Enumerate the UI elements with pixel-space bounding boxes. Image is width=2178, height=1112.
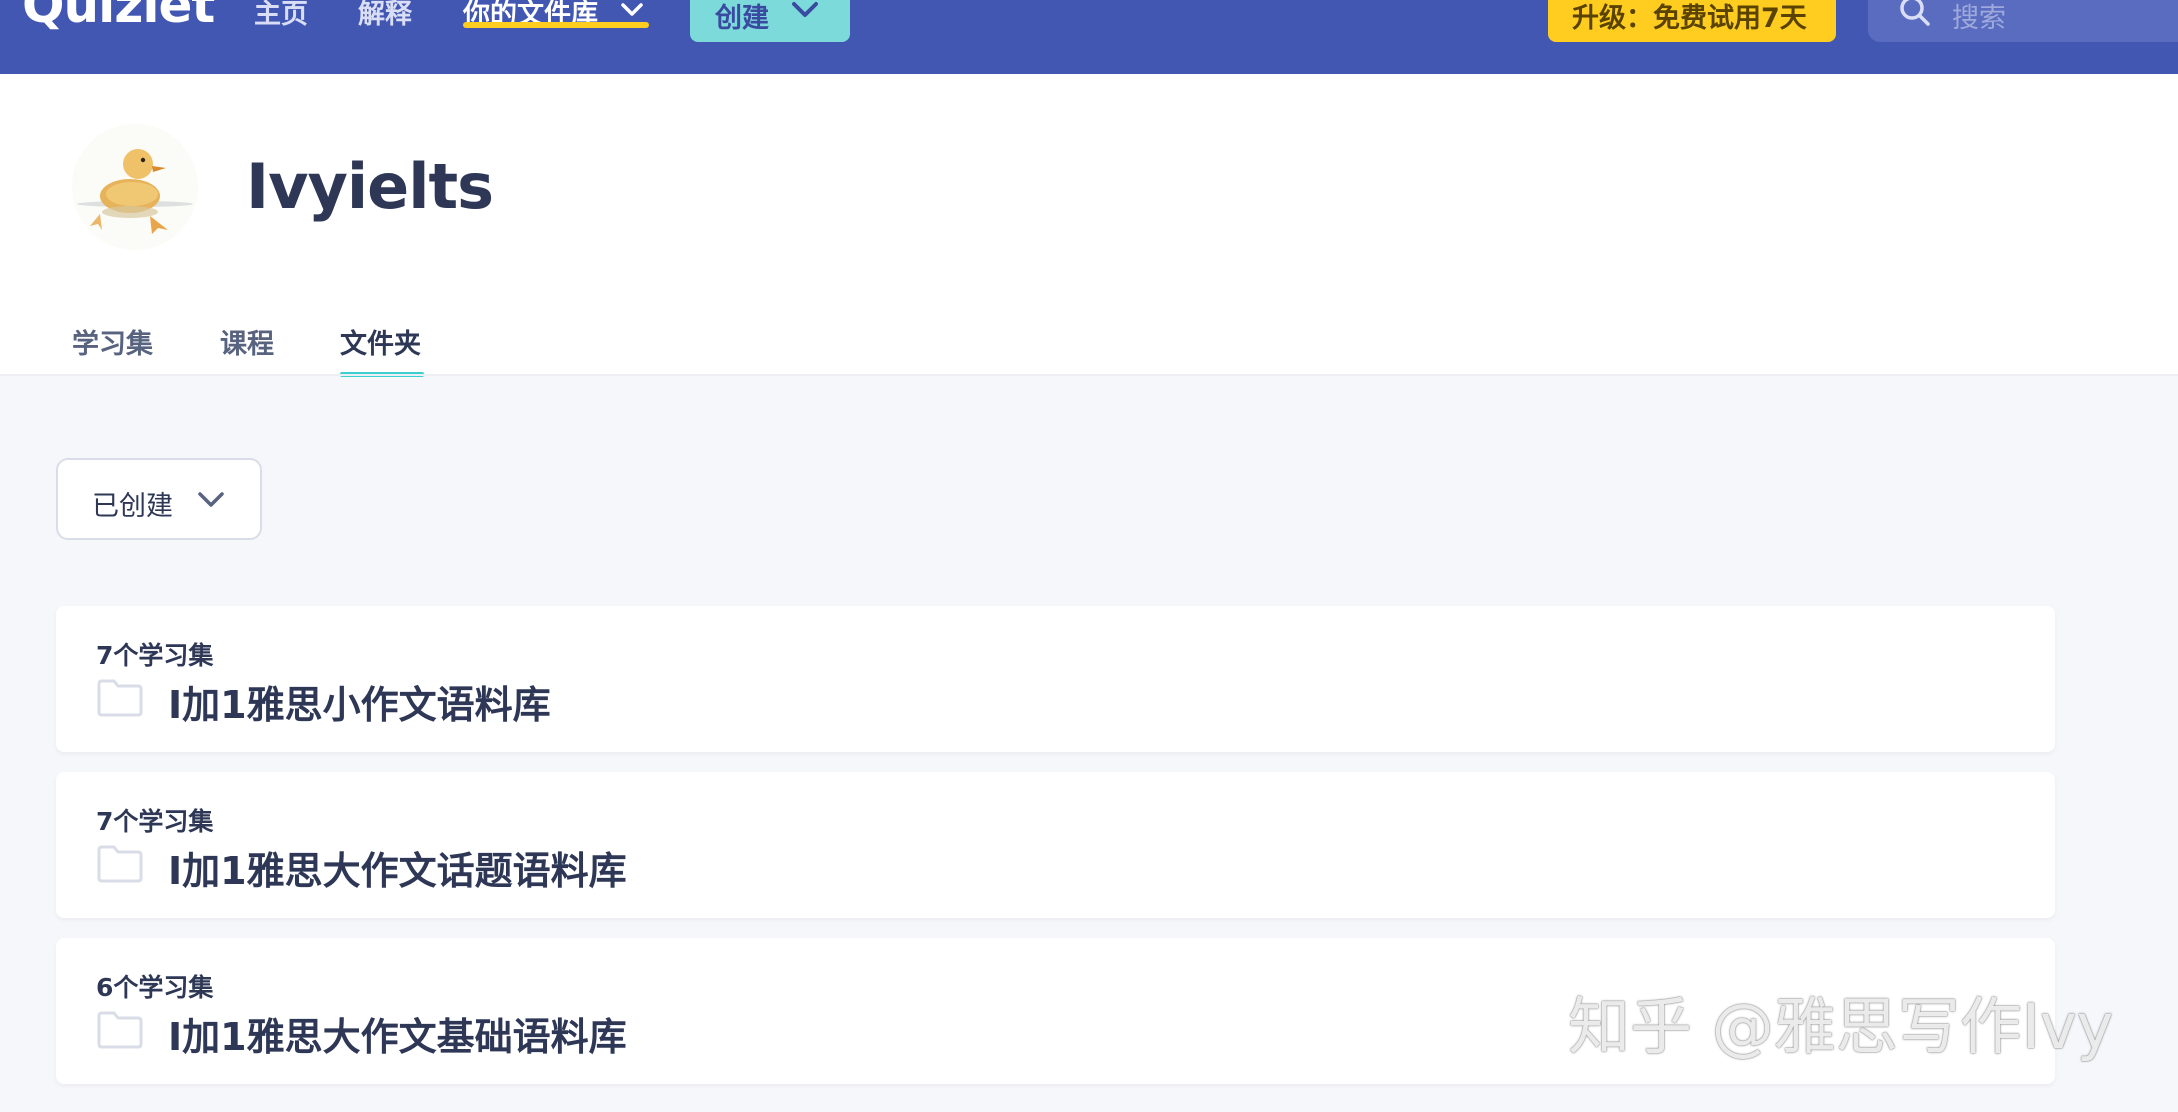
tab-study-sets[interactable]: 学习集 [72, 322, 153, 361]
folder-name: I加1雅思大作文基础语料库 [168, 1015, 627, 1059]
profile-username: Ivyielts [246, 150, 494, 223]
header-divider [0, 374, 2178, 376]
quizlet-logo[interactable]: Quizlet [22, 0, 215, 34]
create-button[interactable]: 创建 [690, 0, 850, 42]
folder-set-count: 7个学习集 [96, 641, 214, 670]
filter-chevron-down-icon [198, 492, 224, 507]
folder-name: I加1雅思小作文语料库 [168, 683, 551, 727]
avatar[interactable] [72, 124, 198, 250]
upgrade-button-label: 升级：免费试用7天 [1572, 3, 1807, 34]
nav-home-link[interactable]: 主页 [254, 0, 308, 31]
folder-name: I加1雅思大作文话题语料库 [168, 849, 627, 893]
zhihu-watermark: 知乎 @雅思写作Ivy [1568, 990, 2114, 1063]
profile-header: Ivyielts 学习集 课程 文件夹 [0, 74, 2178, 377]
folder-icon [97, 679, 143, 717]
folder-icon [97, 1011, 143, 1049]
filter-dropdown[interactable]: 已创建 [56, 458, 262, 540]
library-active-underline [463, 22, 649, 28]
search-placeholder: 搜索 [1952, 3, 2006, 34]
folder-card[interactable]: 7个学习集 I加1雅思大作文话题语料库 [56, 772, 2055, 918]
create-button-label: 创建 [715, 3, 769, 34]
tab-folders[interactable]: 文件夹 [340, 322, 421, 361]
nav-explain-link[interactable]: 解释 [358, 0, 412, 31]
folder-set-count: 6个学习集 [96, 973, 214, 1002]
library-chevron-down-icon[interactable] [620, 2, 644, 18]
tab-courses[interactable]: 课程 [220, 322, 274, 361]
search-icon [1900, 0, 1930, 26]
duckling-avatar-image [72, 124, 198, 250]
folder-card[interactable]: 7个学习集 I加1雅思小作文语料库 [56, 606, 2055, 752]
top-nav-bar: Quizlet 主页 解释 你的文件库 创建 升级：免费试用7天 搜索 [0, 0, 2178, 74]
upgrade-button[interactable]: 升级：免费试用7天 [1548, 0, 1836, 42]
folder-icon [97, 845, 143, 883]
search-input[interactable]: 搜索 [1868, 0, 2178, 42]
create-chevron-down-icon [792, 2, 818, 17]
filter-selected-label: 已创建 [92, 491, 173, 522]
folder-set-count: 7个学习集 [96, 807, 214, 836]
